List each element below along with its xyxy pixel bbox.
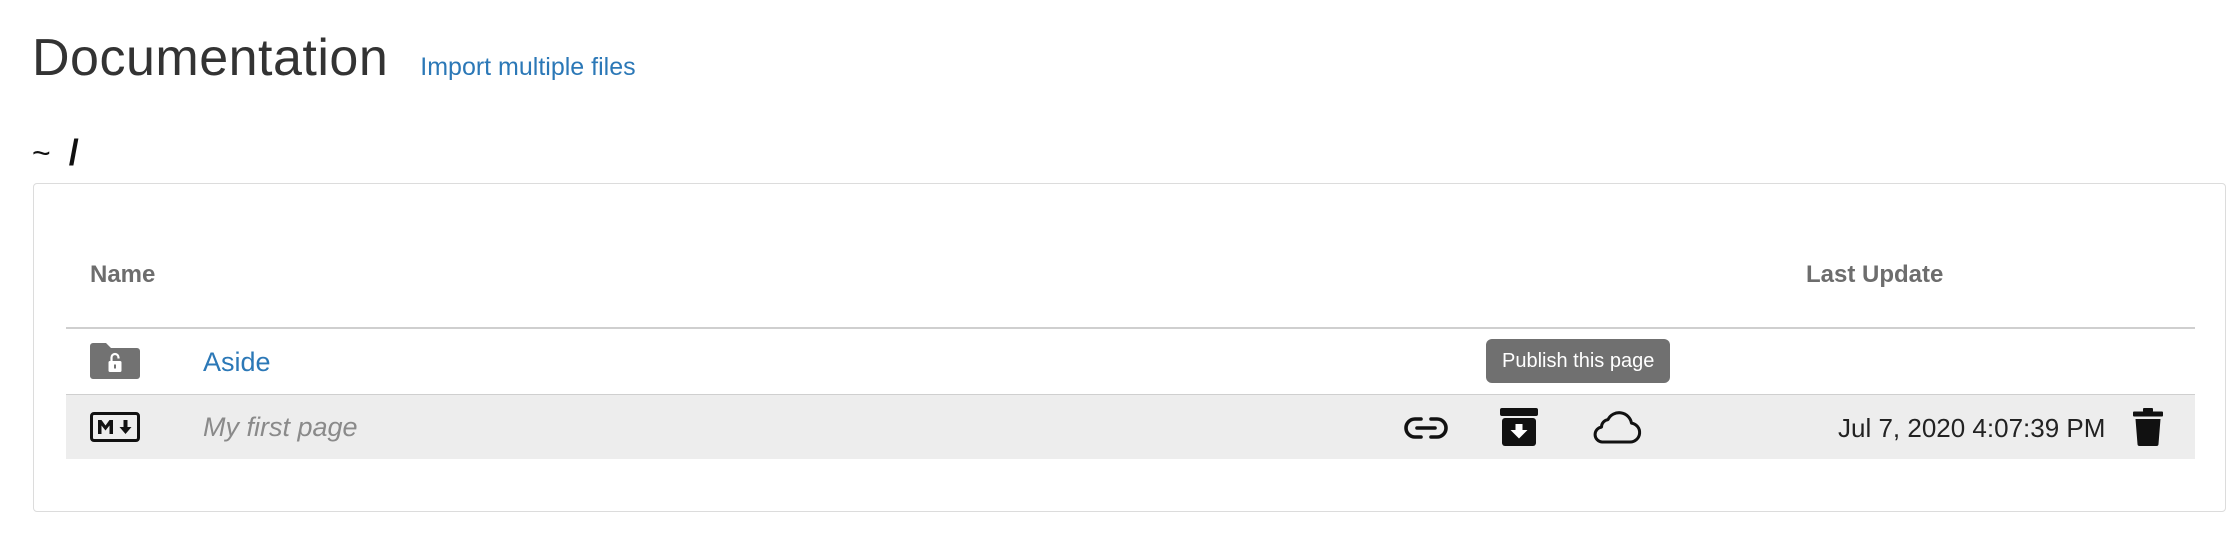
page-header: Documentation Import multiple files xyxy=(32,28,636,88)
files-card: Name Last Update Aside My first page Jul… xyxy=(33,183,2226,512)
page-title: Documentation xyxy=(32,29,389,87)
locked-folder-icon xyxy=(90,343,140,384)
breadcrumb-separator: / xyxy=(68,132,79,173)
table-row[interactable]: My first page Jul 7, 2020 4:07:39 PM xyxy=(66,394,2195,459)
cloud-icon[interactable] xyxy=(1590,409,1642,450)
import-multiple-files-link[interactable]: Import multiple files xyxy=(420,53,635,82)
table-row[interactable]: Aside xyxy=(66,329,2195,394)
folder-name-link[interactable]: Aside xyxy=(203,347,271,378)
publish-tooltip: Publish this page xyxy=(1486,339,1671,383)
breadcrumb-home[interactable]: ~ xyxy=(32,135,51,172)
markdown-icon xyxy=(90,412,140,447)
archive-download-icon[interactable] xyxy=(1500,408,1538,451)
column-header-name[interactable]: Name xyxy=(90,261,155,289)
page-name[interactable]: My first page xyxy=(203,412,358,443)
trash-icon[interactable] xyxy=(2133,408,2163,451)
link-icon[interactable] xyxy=(1404,415,1448,446)
column-header-last-update[interactable]: Last Update xyxy=(1806,261,1943,289)
breadcrumb: ~ / xyxy=(32,132,79,174)
documentation-page: Documentation Import multiple files ~ / … xyxy=(0,0,2240,546)
last-update-value: Jul 7, 2020 4:07:39 PM xyxy=(1838,413,2106,443)
